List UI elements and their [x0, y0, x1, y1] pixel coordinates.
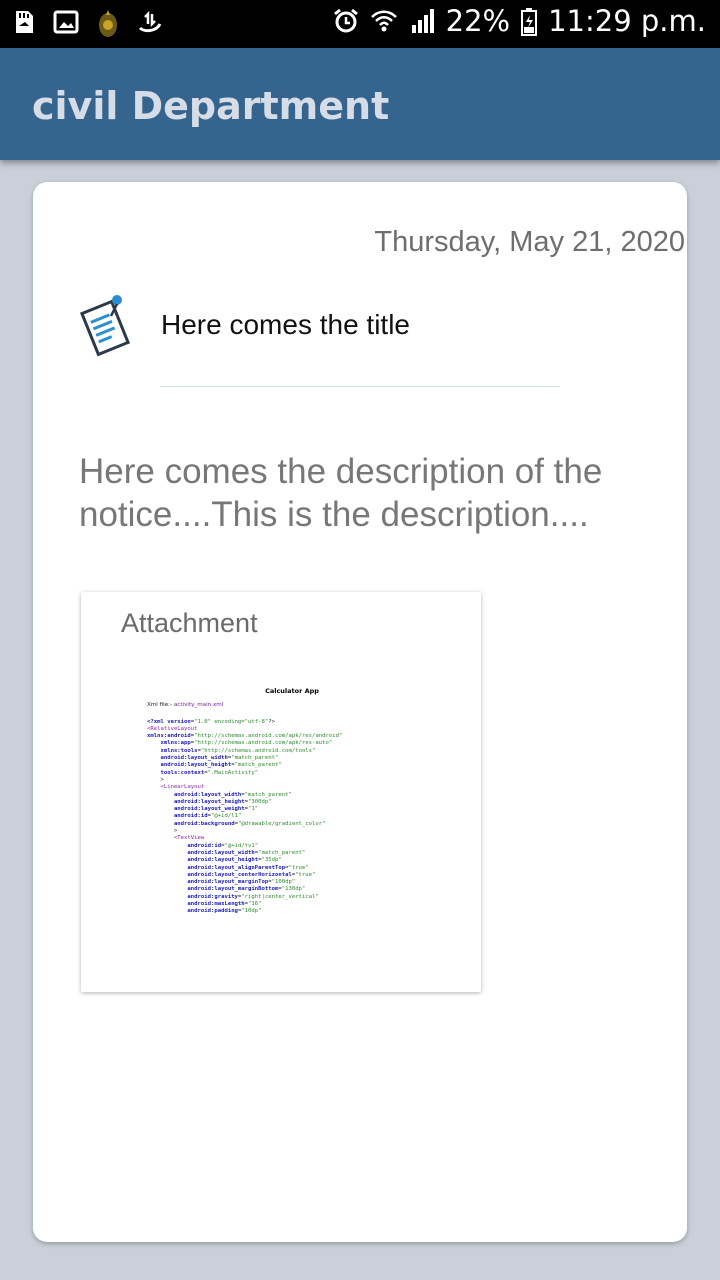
doc-code-line: xmlns:tools="http://schemas.android.com/…: [147, 747, 316, 754]
battery-icon: [520, 7, 538, 36]
usb-transfer-icon: [136, 8, 164, 36]
doc-code-line: android:layout_weight="1": [147, 806, 259, 813]
doc-code-line: <LinearLayout: [147, 784, 205, 791]
title-divider: [160, 386, 560, 387]
sd-card-icon: [10, 8, 38, 36]
notice-title: Here comes the title: [161, 309, 410, 340]
doc-code-line: android:layout_alignParentTop="true": [147, 864, 309, 871]
alarm-icon: [332, 7, 360, 35]
app-bar-title: civil Department: [32, 84, 390, 128]
doc-code-line: android:layout_marginBottom="130dp": [147, 886, 306, 893]
doc-code-line: android:layout_width="match_parent": [147, 849, 306, 856]
doc-code-line: <TextView: [147, 835, 205, 842]
doc-code-line: xmlns:android="http://schemas.android.co…: [147, 733, 343, 740]
status-bar: 22% 11:29 p.m.: [0, 0, 720, 48]
doc-code-lines: <?xml version="1.0" encoding="utf-8"?> <R…: [147, 719, 397, 916]
battery-percent: 22%: [445, 4, 511, 38]
attachment-label: Attachment: [121, 608, 258, 638]
app-logo-icon: [94, 8, 122, 37]
status-left-icons: [10, 8, 164, 37]
doc-code-line: tools:context=".MainActivity": [147, 769, 259, 776]
wifi-icon: [370, 7, 398, 35]
doc-code-line: android:layout_height="match_parent": [147, 762, 282, 769]
doc-code-line: android:gravity="right|center_vertical": [147, 893, 319, 900]
signal-icon: [408, 7, 436, 35]
image-icon: [52, 8, 80, 36]
doc-code-line: android:padding="10dp": [147, 908, 262, 915]
doc-file-name: activity_main.xml: [173, 702, 224, 709]
doc-code-line: android:background="@drawable/gradient_c…: [147, 820, 326, 827]
doc-code-line: android:id="@+id/l1": [147, 813, 242, 820]
notice-date: Thursday, May 21, 2020: [374, 226, 685, 258]
doc-code-line: <?xml version="1.0" encoding="utf-8"?>: [147, 718, 275, 725]
notice-document-icon: [77, 292, 133, 358]
doc-file-line: Xml file:- activity_main.xml: [147, 702, 397, 709]
doc-code-line: xmlns:app="http://schemas.android.com/ap…: [147, 740, 333, 747]
doc-code-line: android:maxLength="16": [147, 901, 262, 908]
doc-code-line: >: [147, 776, 164, 783]
notice-description: Here comes the description of the notice…: [79, 452, 603, 534]
doc-code-line: <RelativeLayout: [147, 725, 198, 732]
doc-code-line: android:layout_height="300dp": [147, 798, 272, 805]
doc-code-line: android:layout_height="35dp": [147, 857, 282, 864]
status-right-area: 22% 11:29 p.m.: [332, 4, 706, 38]
notice-card: Thursday, May 21, 2020 Here comes the ti…: [33, 182, 687, 1242]
doc-code-line: android:layout_width="match_parent": [147, 791, 292, 798]
doc-code-line: android:layout_width="match_parent": [147, 755, 279, 762]
attachment-preview[interactable]: Calculator App Xml file:- activity_main.…: [147, 688, 397, 938]
doc-code-line: >: [147, 828, 178, 835]
doc-code-line: android:layout_centerHorizontal="true": [147, 871, 316, 878]
doc-file-label: Xml file:-: [147, 702, 173, 709]
doc-heading: Calculator App: [265, 688, 319, 695]
app-bar: civil Department: [0, 48, 720, 160]
doc-code-line: android:layout_marginTop="100dp": [147, 879, 296, 886]
clock: 11:29 p.m.: [548, 4, 706, 38]
attachment-card[interactable]: Attachment Calculator App Xml file:- act…: [81, 592, 481, 992]
doc-code-line: android:id="@+id/tv1": [147, 842, 259, 849]
